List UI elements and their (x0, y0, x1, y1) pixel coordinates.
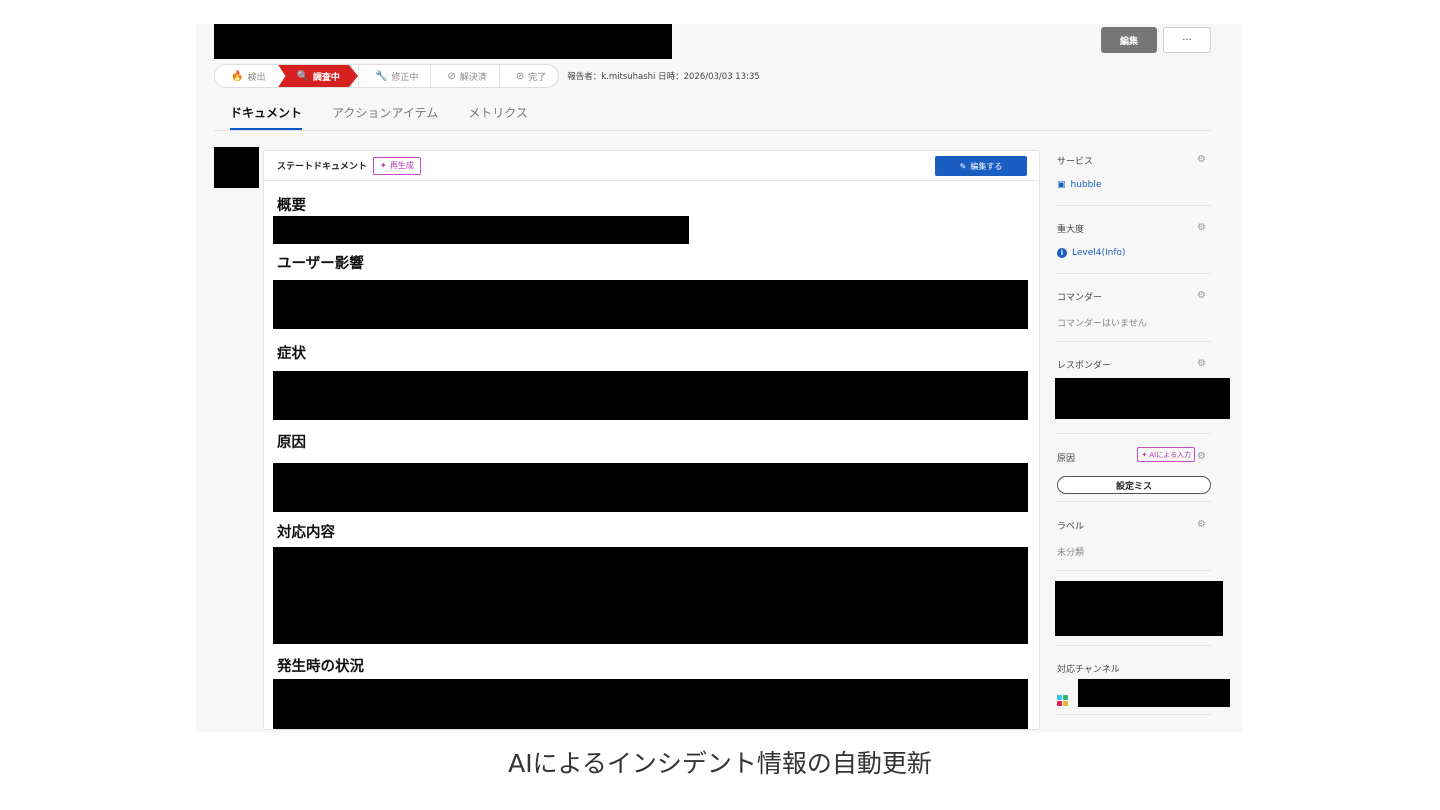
divider (1057, 341, 1211, 342)
section-heading: 発生時の状況 (277, 659, 364, 675)
section-heading: 概要 (277, 198, 306, 214)
sidebar-service: サービス ⚙ ▣ hubble (1057, 154, 1211, 190)
redacted-text (273, 547, 1028, 644)
edit-document-label: 編集する (970, 161, 1003, 171)
wrench-icon: 🔧 (374, 70, 388, 82)
edit-button[interactable]: 編集 (1101, 27, 1157, 53)
sparkle-icon: ✦ (380, 161, 387, 170)
step-investigating[interactable]: 🔍 調査中 (277, 65, 358, 87)
redacted-avatar (214, 147, 259, 188)
divider (1057, 205, 1211, 206)
ban-icon: ⊘ (515, 70, 525, 82)
redacted-text (273, 463, 1028, 512)
incident-screen: 編集 ··· 🔥 検出 🔍 調査中 🔧 修正中 ⊘ 解決済 ⊘ 完了 報告者：k… (196, 24, 1242, 732)
sidebar-severity: 重大度 ⚙ i Level4(Info) (1057, 222, 1211, 258)
section-heading: 原因 (277, 435, 306, 451)
redacted-channel (1078, 679, 1230, 707)
commander-value: コマンダーはいません (1057, 319, 1147, 329)
sidebar-commander: コマンダー ⚙ コマンダーはいません (1057, 290, 1211, 329)
cause-pill[interactable]: 設定ミス (1057, 476, 1211, 494)
state-document-card: ステートドキュメント ✦ 再生成 ✎ 編集する 概要 ユーザー影響 症状 原因 … (263, 150, 1040, 730)
step-label: 調査中 (312, 72, 340, 83)
ai-input-label: AIによる入力 (1149, 450, 1191, 459)
sidebar-cause: 原因 ✦ AIによる入力 ⚙ 設定ミス (1057, 447, 1211, 494)
divider (1057, 645, 1211, 646)
redacted-text (273, 280, 1028, 329)
service-value[interactable]: ▣ hubble (1057, 180, 1211, 190)
gear-icon[interactable]: ⚙ (1197, 451, 1206, 462)
tab-document[interactable]: ドキュメント (230, 104, 303, 130)
severity-value: i Level4(Info) (1057, 248, 1211, 258)
sidebar-label: ラベル ⚙ 未分類 (1057, 519, 1211, 558)
step-label: 検出 (247, 72, 266, 83)
step-label: 解決済 (459, 72, 487, 83)
status-row: 🔥 検出 🔍 調査中 🔧 修正中 ⊘ 解決済 ⊘ 完了 報告者：k.mitsuh… (214, 64, 760, 88)
gear-icon[interactable]: ⚙ (1197, 154, 1206, 165)
step-label: 完了 (528, 72, 547, 83)
gear-icon[interactable]: ⚙ (1197, 222, 1206, 233)
search-icon: 🔍 (296, 70, 309, 82)
severity-name: Level4(Info) (1072, 248, 1126, 258)
redacted-block (1055, 581, 1223, 636)
tab-action-items[interactable]: アクションアイテム (332, 104, 438, 130)
severity-label: 重大度 (1057, 225, 1085, 235)
regenerate-label: 再生成 (389, 161, 414, 170)
gear-icon[interactable]: ⚙ (1197, 519, 1206, 530)
step-label: 修正中 (391, 72, 419, 83)
edit-document-button[interactable]: ✎ 編集する (935, 156, 1027, 176)
tab-bar: ドキュメント アクションアイテム メトリクス (230, 104, 528, 130)
slack-icon (1057, 695, 1068, 706)
service-label: サービス (1057, 157, 1094, 167)
sidebar-responder: レスポンダー ⚙ (1057, 358, 1211, 371)
caption: AIによるインシデント情報の自動更新 (508, 749, 932, 778)
redacted-title (214, 24, 672, 59)
divider (1057, 433, 1211, 434)
gear-icon[interactable]: ⚙ (1197, 290, 1206, 301)
redacted-text (273, 216, 689, 244)
ai-input-badge: ✦ AIによる入力 (1137, 447, 1195, 462)
more-button[interactable]: ··· (1163, 27, 1211, 53)
redacted-text (273, 679, 1028, 729)
card-header: ステートドキュメント ✦ 再生成 ✎ 編集する (264, 151, 1039, 181)
commander-label: コマンダー (1057, 293, 1103, 303)
fire-icon: 🔥 (231, 70, 244, 82)
tab-divider (214, 130, 1211, 131)
redacted-responders (1055, 378, 1230, 419)
reporter-info: 報告者：k.mitsuhashi 日時：2026/03/03 13:35 (567, 72, 760, 82)
step-detected[interactable]: 🔥 検出 (215, 65, 277, 87)
step-resolved[interactable]: ⊘ 解決済 (430, 65, 498, 87)
regenerate-button[interactable]: ✦ 再生成 (373, 156, 421, 175)
responder-label: レスポンダー (1057, 361, 1112, 371)
pencil-icon: ✎ (959, 161, 967, 171)
section-heading: 症状 (277, 346, 306, 362)
divider (1057, 273, 1211, 274)
redacted-text (273, 371, 1028, 420)
step-completed[interactable]: ⊘ 完了 (498, 65, 558, 87)
status-stepper: 🔥 検出 🔍 調査中 🔧 修正中 ⊘ 解決済 ⊘ 完了 (214, 64, 560, 88)
gear-icon[interactable]: ⚙ (1197, 358, 1206, 369)
section-heading: 対応内容 (277, 525, 335, 541)
divider (1057, 570, 1211, 571)
tab-metrics[interactable]: メトリクス (468, 104, 528, 130)
divider (1057, 501, 1211, 502)
top-actions: 編集 ··· (1101, 27, 1211, 53)
service-name: hubble (1070, 180, 1102, 190)
divider (1057, 714, 1211, 715)
step-fixing[interactable]: 🔧 修正中 (357, 65, 430, 87)
label-label: ラベル (1057, 522, 1085, 532)
info-icon: i (1057, 248, 1067, 258)
card-title: ステートドキュメント (277, 162, 368, 172)
chip-icon: ▣ (1057, 180, 1066, 190)
channel-label: 対応チャンネル (1057, 665, 1120, 675)
label-value: 未分類 (1057, 548, 1085, 558)
sparkle-icon: ✦ (1141, 450, 1148, 459)
check-circle-icon: ⊘ (447, 70, 456, 82)
section-heading: ユーザー影響 (277, 256, 364, 272)
